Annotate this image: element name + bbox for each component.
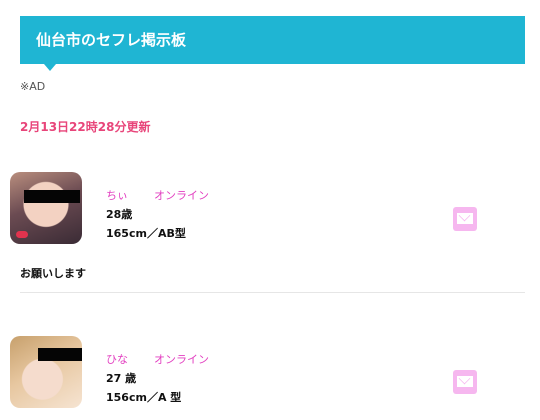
mail-icon (457, 213, 473, 224)
mail-button[interactable] (453, 207, 477, 231)
profile-meta: ひな オンライン 27 歳 156cm／A 型 (106, 350, 209, 407)
profile-name-line: ちぃ オンライン (106, 186, 209, 205)
lips-sticker (16, 231, 28, 238)
online-status: オンライン (154, 353, 209, 366)
page-title-bar: 仙台市のセフレ掲示板 (20, 16, 525, 64)
profile-age: 28歳 (106, 208, 133, 221)
profile-name[interactable]: ひな (106, 353, 128, 366)
censor-bar (24, 190, 80, 203)
title-pointer (44, 64, 56, 71)
profile-meta: ちぃ オンライン 28歳 165cm／AB型 (106, 186, 209, 243)
online-status: オンライン (154, 189, 209, 202)
avatar[interactable] (10, 336, 82, 408)
ad-label: ※AD (20, 80, 46, 93)
profile-comment: お願いします (20, 267, 86, 280)
profile-age: 27 歳 (106, 372, 137, 385)
page-title: 仙台市のセフレ掲示板 (36, 31, 187, 49)
profile-stats: 165cm／AB型 (106, 227, 186, 240)
censor-bar (38, 348, 82, 361)
profile-stats: 156cm／A 型 (106, 391, 182, 404)
mail-icon (457, 376, 473, 387)
divider (20, 292, 525, 293)
avatar[interactable] (10, 172, 82, 244)
profile-name-line: ひな オンライン (106, 350, 209, 369)
updated-timestamp: 2月13日22時28分更新 (20, 120, 151, 134)
mail-button[interactable] (453, 370, 477, 394)
profile-name[interactable]: ちぃ (106, 189, 128, 202)
avatar-photo (10, 336, 82, 408)
